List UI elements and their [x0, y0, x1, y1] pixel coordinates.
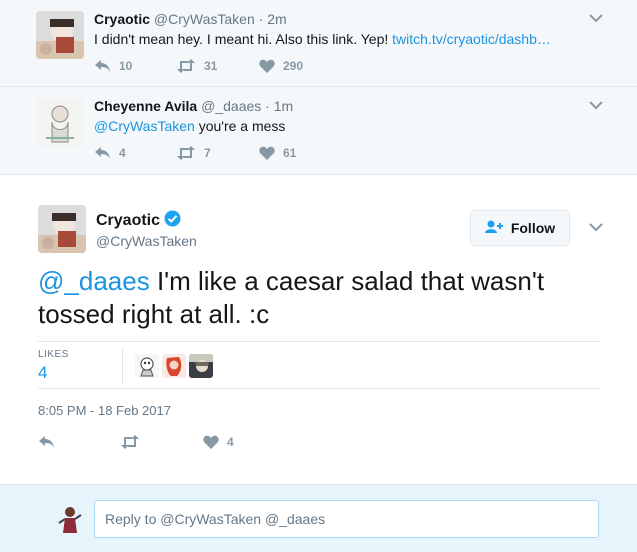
- retweet-count: 7: [204, 146, 211, 160]
- reply-icon: [38, 435, 55, 449]
- tweet-stats: LIKES 4: [38, 341, 600, 389]
- tweet-time[interactable]: · 2m: [259, 11, 287, 27]
- display-name-text: Cryaotic: [96, 212, 161, 229]
- follow-button[interactable]: Follow: [470, 210, 570, 246]
- heart-icon: [203, 435, 219, 449]
- like-count: 4: [227, 435, 234, 449]
- retweet-icon: [176, 59, 196, 73]
- username[interactable]: @_daaes: [201, 98, 261, 114]
- display-name[interactable]: Cheyenne Avila: [94, 98, 197, 114]
- reply-count: 10: [119, 59, 133, 73]
- like-count: 61: [283, 146, 297, 160]
- divider: [122, 348, 123, 384]
- tweet-header: Cheyenne Avila @_daaes · 1m: [94, 98, 293, 114]
- retweet-button[interactable]: 7: [176, 146, 211, 160]
- chevron-down-icon[interactable]: [588, 220, 604, 232]
- permalink-tweet: Cryaotic @CryWasTaken Follow @_daaes I'm…: [0, 175, 637, 485]
- tweet-actions: 4: [38, 435, 338, 451]
- username[interactable]: @CryWasTaken: [154, 11, 255, 27]
- retweet-icon: [120, 435, 140, 449]
- like-count: 290: [283, 59, 304, 73]
- avatar[interactable]: [36, 98, 84, 146]
- tweet-actions: 4 7 61: [94, 146, 394, 162]
- liker-avatar[interactable]: [189, 354, 213, 378]
- tweet-actions: 10 31 290: [94, 59, 394, 75]
- like-button[interactable]: 4: [203, 435, 234, 449]
- heart-icon: [259, 146, 275, 160]
- mention-link[interactable]: @CryWasTaken: [94, 118, 195, 134]
- reply-button[interactable]: 4: [94, 146, 126, 160]
- tweet-text: I didn't mean hey. I meant hi. Also this…: [94, 31, 551, 47]
- liker-avatars: [135, 354, 213, 378]
- retweet-button[interactable]: [120, 435, 140, 449]
- thread-tweet-1[interactable]: Cryaotic @CryWasTaken · 2m I didn't mean…: [0, 0, 637, 87]
- reply-icon: [94, 146, 111, 160]
- follow-label: Follow: [510, 220, 556, 236]
- tweet-header: Cryaotic @CryWasTaken · 2m: [94, 11, 287, 27]
- add-user-icon: [484, 220, 505, 237]
- reply-area: Reply to @CryWasTaken @_daaes: [0, 485, 637, 552]
- tweet-time[interactable]: · 1m: [265, 98, 293, 114]
- tweet-link[interactable]: twitch.tv/cryaotic/dashb…: [392, 31, 551, 47]
- tweet-text-body: I didn't mean hey. I meant hi. Also this…: [94, 31, 389, 47]
- reply-button[interactable]: [38, 435, 55, 449]
- display-name[interactable]: Cryaotic: [94, 11, 150, 27]
- like-button[interactable]: 61: [259, 146, 296, 160]
- chevron-down-icon[interactable]: [588, 98, 604, 110]
- display-name[interactable]: Cryaotic: [96, 210, 181, 232]
- retweet-button[interactable]: 31: [176, 59, 217, 73]
- avatar: [54, 503, 86, 535]
- tweet-text: @CryWasTaken you're a mess: [94, 118, 285, 134]
- likes-label: LIKES: [38, 349, 69, 360]
- tweet-text: @_daaes I'm like a caesar salad that was…: [38, 265, 598, 331]
- like-button[interactable]: 290: [259, 59, 303, 73]
- tweet-text-body: you're a mess: [198, 118, 286, 134]
- retweet-icon: [176, 146, 196, 160]
- reply-button[interactable]: 10: [94, 59, 132, 73]
- heart-icon: [259, 59, 275, 73]
- likes-count[interactable]: 4: [38, 363, 47, 383]
- thread-tweet-2[interactable]: Cheyenne Avila @_daaes · 1m @CryWasTaken…: [0, 87, 637, 175]
- reply-input[interactable]: Reply to @CryWasTaken @_daaes: [94, 500, 599, 538]
- avatar[interactable]: [38, 205, 86, 253]
- tweet-timestamp[interactable]: 8:05 PM - 18 Feb 2017: [38, 403, 171, 418]
- username[interactable]: @CryWasTaken: [96, 233, 197, 249]
- liker-avatar[interactable]: [135, 354, 159, 378]
- reply-icon: [94, 59, 111, 73]
- verified-badge-icon: [164, 210, 181, 232]
- mention-link[interactable]: @_daaes: [38, 266, 150, 296]
- liker-avatar[interactable]: [162, 354, 186, 378]
- avatar[interactable]: [36, 11, 84, 59]
- chevron-down-icon[interactable]: [588, 11, 604, 23]
- retweet-count: 31: [204, 59, 218, 73]
- reply-count: 4: [119, 146, 126, 160]
